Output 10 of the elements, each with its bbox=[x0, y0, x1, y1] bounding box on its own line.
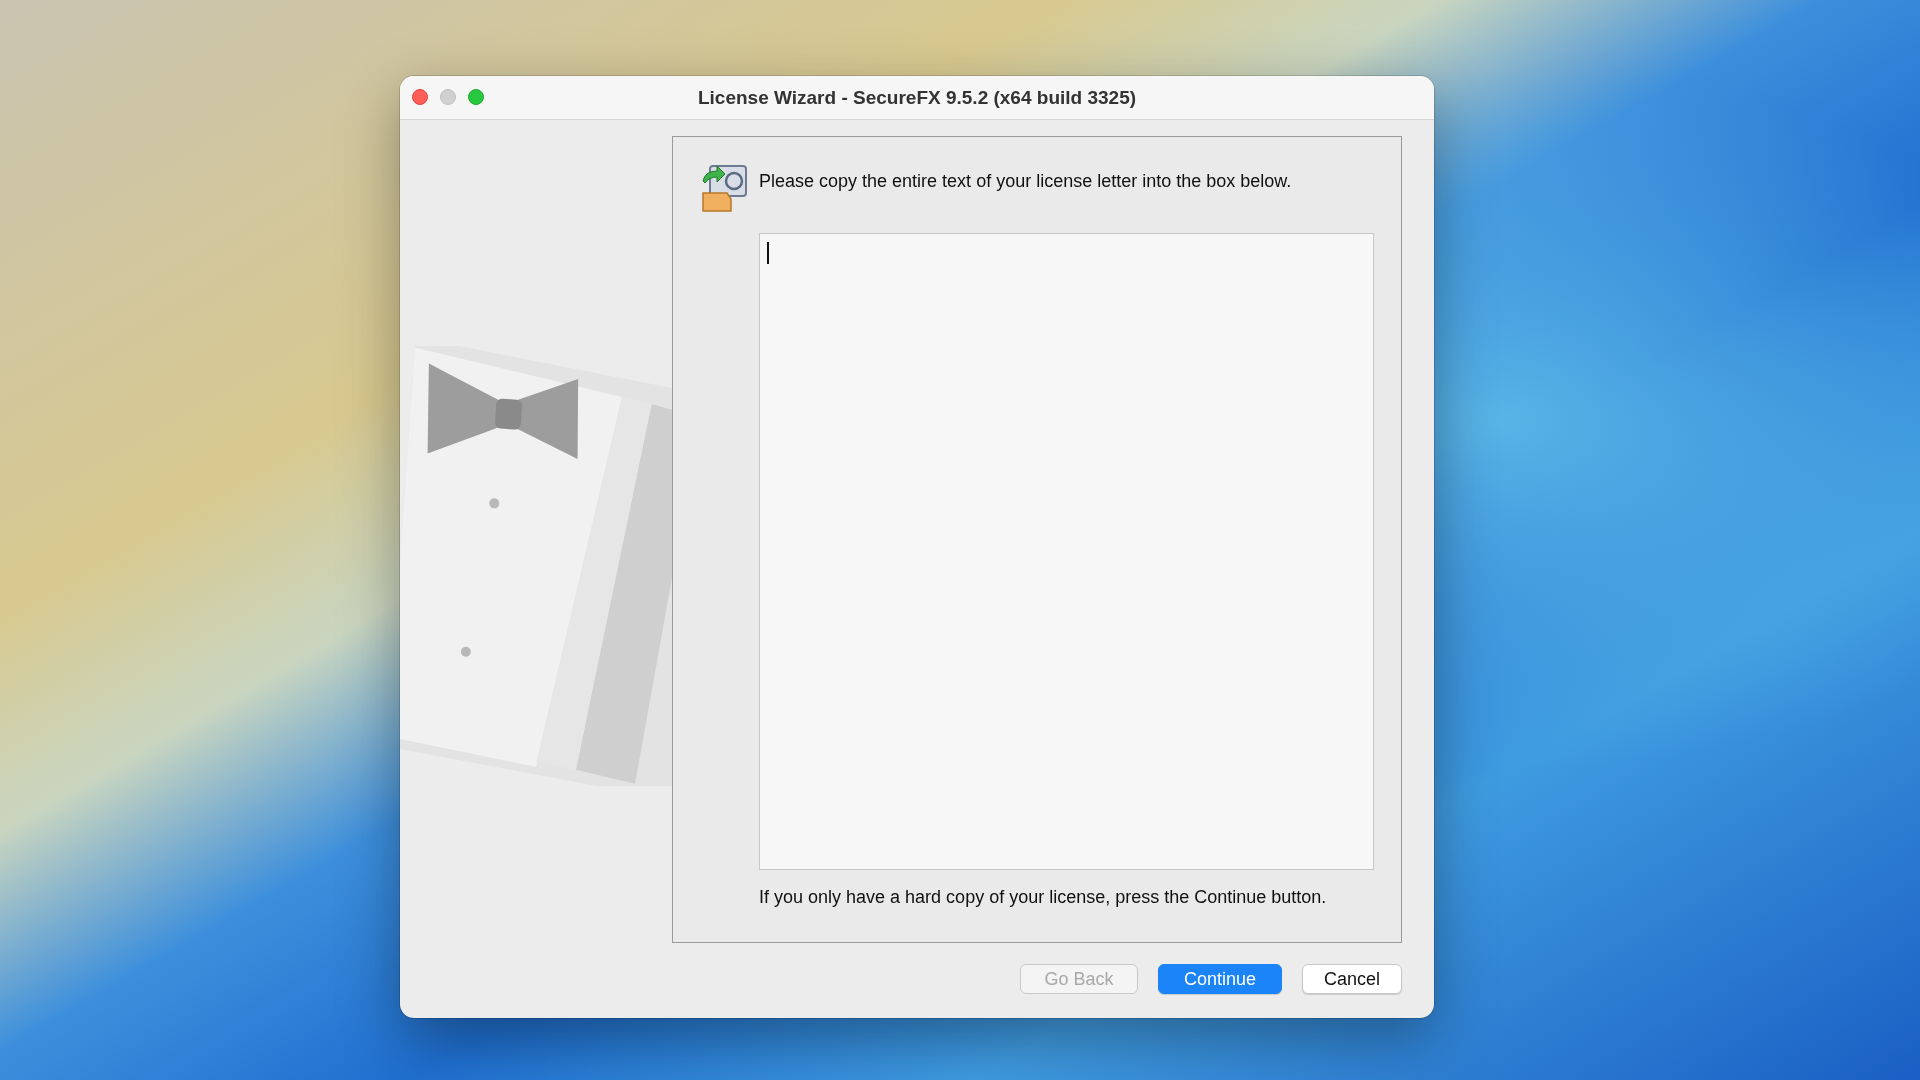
zoom-button[interactable] bbox=[468, 89, 484, 105]
document-icon bbox=[700, 163, 749, 212]
close-button[interactable] bbox=[412, 89, 428, 105]
hard-copy-note: If you only have a hard copy of your license, press the Continue button. bbox=[759, 885, 1328, 909]
text-cursor bbox=[767, 241, 769, 264]
dialog-button[interactable]: Continue bbox=[1158, 964, 1282, 994]
window-title: License Wizard - SecureFX 9.5.2 (x64 build 3325) bbox=[697, 86, 1137, 109]
license-text-field[interactable] bbox=[759, 232, 1374, 870]
dialog-button[interactable]: Cancel bbox=[1302, 964, 1402, 994]
instruction-text: Please copy the entire text of your license letter into the box below. bbox=[759, 171, 1293, 193]
